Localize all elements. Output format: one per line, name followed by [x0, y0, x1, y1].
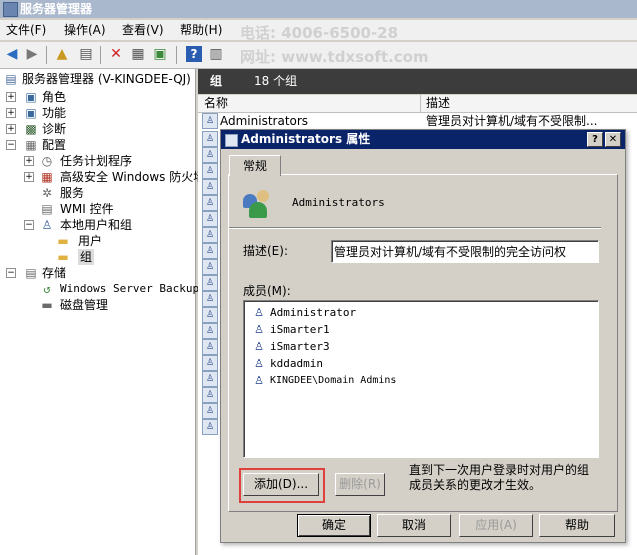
dialog-title-bar: Administrators 属性 ? ✕ — [221, 130, 625, 149]
delete-icon[interactable]: ✕ — [108, 46, 124, 62]
divider — [229, 227, 601, 229]
storage-icon: ▤ — [25, 266, 37, 280]
watermark-phone: 电话: 4006-6500-28 — [240, 24, 399, 42]
wmi-icon: ▤ — [41, 202, 53, 216]
expand-icon[interactable]: + — [6, 108, 16, 118]
group-icon: ♙ — [202, 113, 218, 129]
help-icon[interactable]: ? — [186, 46, 202, 62]
show-action-pane-icon[interactable]: ▥ — [208, 46, 224, 62]
user-icon: ♙ — [254, 306, 264, 319]
ok-button[interactable]: 确定 — [297, 514, 371, 537]
back-icon[interactable]: ◀ — [4, 46, 20, 62]
expand-icon[interactable]: + — [24, 172, 34, 182]
collapse-icon[interactable]: − — [6, 268, 16, 278]
backup-icon: ↺ — [43, 282, 51, 296]
user-icon: ♙ — [254, 357, 264, 370]
group-icon: ♙ — [202, 387, 218, 403]
group-icon: ♙ — [202, 355, 218, 371]
row-description: 管理员对计算机/域有不受限制... — [426, 114, 598, 128]
group-icon: ♙ — [202, 163, 218, 179]
group-icon: ♙ — [202, 131, 218, 147]
watermark-site: 网址: www.tdxsoft.com — [240, 48, 429, 66]
list-column-header: 名称 描述 — [198, 95, 637, 113]
remove-button[interactable]: 删除(R) — [335, 473, 385, 496]
menu-action[interactable]: 操作(A) — [64, 20, 106, 40]
group-icon: ♙ — [202, 419, 218, 435]
properties-icon[interactable]: ▦ — [130, 46, 146, 62]
column-name[interactable]: 名称 — [204, 95, 228, 112]
menu-file[interactable]: 文件(F) — [6, 20, 46, 40]
folder-icon: ▬ — [57, 250, 69, 264]
group-icon: ♙ — [202, 307, 218, 323]
group-icon: ♙ — [202, 291, 218, 307]
server-icon: ▤ — [5, 72, 17, 86]
help-button[interactable]: ? — [587, 132, 603, 147]
group-icon: ♙ — [202, 275, 218, 291]
group-icon: ♙ — [202, 179, 218, 195]
group-icon: ♙ — [202, 243, 218, 259]
group-icon: ♙ — [202, 339, 218, 355]
group-name: Administrators — [292, 196, 385, 209]
expand-icon[interactable]: + — [6, 92, 16, 102]
diagnostics-icon: ▩ — [25, 122, 37, 136]
user-icon: ♙ — [254, 323, 264, 336]
tab-general[interactable]: 常规 — [229, 155, 281, 176]
firewall-icon: ▦ — [41, 170, 53, 184]
disk-icon: ▬ — [41, 298, 53, 312]
navigation-tree: ▤ 服务器管理器 (V-KINGDEE-QJ) + ▣ 角色 + ▣ 功能 + … — [0, 69, 205, 555]
users-icon: ♙ — [41, 218, 53, 232]
collapse-icon[interactable]: − — [24, 220, 34, 230]
up-folder-icon[interactable]: ▲ — [54, 46, 70, 62]
group-icon: ♙ — [202, 211, 218, 227]
configuration-icon: ▦ — [25, 138, 37, 152]
add-button[interactable]: 添加(D)... — [243, 473, 319, 496]
dialog-title: Administrators 属性 — [241, 132, 371, 146]
group-icon: ♙ — [202, 403, 218, 419]
cancel-button[interactable]: 取消 — [377, 514, 451, 537]
table-row[interactable]: Administrators 管理员对计算机/域有不受限制... — [198, 113, 637, 129]
properties-dialog: Administrators 属性 ? ✕ 常规 Administrators … — [220, 129, 626, 543]
menu-help[interactable]: 帮助(H) — [180, 20, 222, 40]
folder-icon: ▬ — [57, 234, 69, 248]
show-hide-tree-icon[interactable]: ▤ — [78, 46, 94, 62]
close-button[interactable]: ✕ — [605, 132, 621, 147]
group-icon — [225, 134, 238, 147]
roles-icon: ▣ — [25, 90, 37, 104]
group-icon: ♙ — [202, 147, 218, 163]
server-manager-icon — [3, 2, 18, 17]
results-header: 组 18 个组 — [198, 69, 637, 94]
clock-icon: ◷ — [41, 154, 53, 168]
features-icon: ▣ — [25, 106, 37, 120]
row-name: Administrators — [220, 114, 309, 128]
group-icon: ♙ — [202, 259, 218, 275]
results-count: 18 个组 — [254, 74, 298, 88]
members-label: 成员(M): — [243, 284, 291, 298]
group-icon: ♙ — [202, 227, 218, 243]
group-icon: ♙ — [254, 374, 264, 387]
expand-icon[interactable]: + — [6, 124, 16, 134]
services-gear-icon: ✲ — [41, 186, 53, 200]
group-large-icon — [243, 188, 275, 220]
apply-button[interactable]: 应用(A) — [459, 514, 533, 537]
expand-icon[interactable]: + — [24, 156, 34, 166]
group-icon: ♙ — [202, 371, 218, 387]
group-icon: ♙ — [202, 195, 218, 211]
window-title-bar: 服务器管理器 — [0, 0, 637, 18]
description-label: 描述(E): — [243, 244, 288, 258]
results-title: 组 — [210, 74, 223, 88]
column-description[interactable]: 描述 — [426, 95, 450, 112]
window-title: 服务器管理器 — [20, 2, 93, 16]
forward-icon[interactable]: ▶ — [24, 46, 40, 62]
export-icon[interactable]: ▣ — [152, 46, 168, 62]
help-bottom-button[interactable]: 帮助 — [539, 514, 615, 537]
membership-note: 直到下一次用户登录时对用户的组成员关系的更改才生效。 — [409, 463, 590, 492]
user-icon: ♙ — [254, 340, 264, 353]
collapse-icon[interactable]: − — [6, 140, 16, 150]
members-list[interactable]: ♙ Administrator ♙ iSmarter1 ♙ iSmarter3 … — [243, 300, 599, 458]
description-input[interactable]: 管理员对计算机/域有不受限制的完全访问权 — [331, 240, 599, 263]
group-icon: ♙ — [202, 323, 218, 339]
menu-view[interactable]: 查看(V) — [122, 20, 164, 40]
